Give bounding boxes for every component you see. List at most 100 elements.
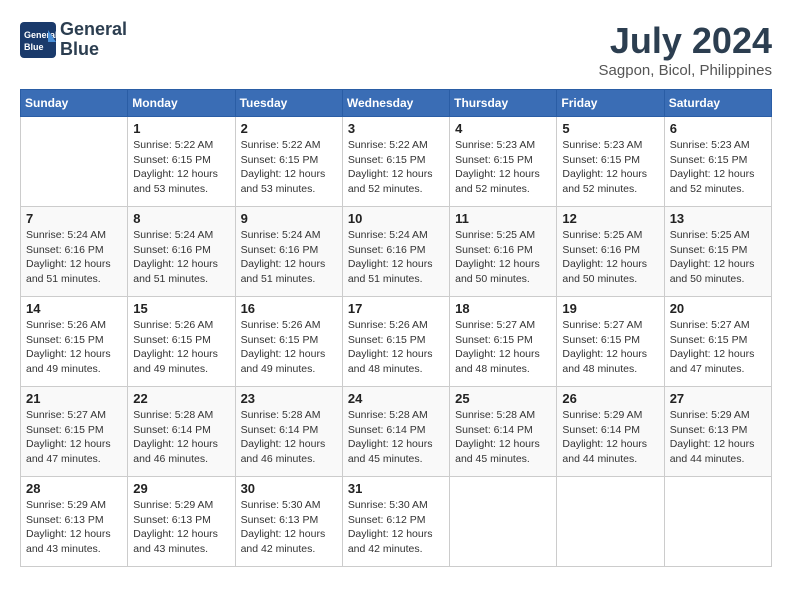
calendar-cell: 7 Sunrise: 5:24 AM Sunset: 6:16 PM Daylig…: [21, 207, 128, 297]
day-number: 20: [670, 301, 766, 316]
day-info: Sunrise: 5:26 AM Sunset: 6:15 PM Dayligh…: [26, 318, 122, 377]
day-info: Sunrise: 5:23 AM Sunset: 6:15 PM Dayligh…: [562, 138, 658, 197]
calendar-cell: 31 Sunrise: 5:30 AM Sunset: 6:12 PM Dayli…: [342, 477, 449, 567]
day-number: 13: [670, 211, 766, 226]
day-number: 15: [133, 301, 229, 316]
calendar-cell: 23 Sunrise: 5:28 AM Sunset: 6:14 PM Dayli…: [235, 387, 342, 477]
calendar-cell: 4 Sunrise: 5:23 AM Sunset: 6:15 PM Daylig…: [450, 117, 557, 207]
day-number: 2: [241, 121, 337, 136]
day-info: Sunrise: 5:24 AM Sunset: 6:16 PM Dayligh…: [241, 228, 337, 287]
day-number: 21: [26, 391, 122, 406]
header-day-saturday: Saturday: [664, 90, 771, 117]
calendar-cell: 17 Sunrise: 5:26 AM Sunset: 6:15 PM Dayli…: [342, 297, 449, 387]
day-info: Sunrise: 5:27 AM Sunset: 6:15 PM Dayligh…: [562, 318, 658, 377]
day-number: 26: [562, 391, 658, 406]
calendar-cell: 12Sunrise: 5:25 AM Sunset: 6:16 PM Dayli…: [557, 207, 664, 297]
day-number: 1: [133, 121, 229, 136]
month-year: July 2024: [599, 20, 772, 62]
logo-line2: Blue: [60, 40, 127, 60]
day-number: 16: [241, 301, 337, 316]
calendar-cell: 1 Sunrise: 5:22 AM Sunset: 6:15 PM Daylig…: [128, 117, 235, 207]
day-info: Sunrise: 5:26 AM Sunset: 6:15 PM Dayligh…: [348, 318, 444, 377]
calendar-cell: 10 Sunrise: 5:24 AM Sunset: 6:16 PM Dayli…: [342, 207, 449, 297]
day-number: 14: [26, 301, 122, 316]
calendar-header-row: SundayMondayTuesdayWednesdayThursdayFrid…: [21, 90, 772, 117]
calendar-cell: 14 Sunrise: 5:26 AM Sunset: 6:15 PM Dayli…: [21, 297, 128, 387]
day-number: 3: [348, 121, 444, 136]
day-info: Sunrise: 5:22 AM Sunset: 6:15 PM Dayligh…: [348, 138, 444, 197]
logo-icon: General Blue: [20, 22, 56, 58]
week-row-4: 28Sunrise: 5:29 AM Sunset: 6:13 PM Dayli…: [21, 477, 772, 567]
day-number: 23: [241, 391, 337, 406]
day-info: Sunrise: 5:30 AM Sunset: 6:13 PM Dayligh…: [241, 498, 337, 557]
logo-line1: General: [60, 20, 127, 40]
day-info: Sunrise: 5:27 AM Sunset: 6:15 PM Dayligh…: [455, 318, 551, 377]
day-info: Sunrise: 5:22 AM Sunset: 6:15 PM Dayligh…: [133, 138, 229, 197]
week-row-3: 21 Sunrise: 5:27 AM Sunset: 6:15 PM Dayli…: [21, 387, 772, 477]
calendar-cell: 28Sunrise: 5:29 AM Sunset: 6:13 PM Dayli…: [21, 477, 128, 567]
day-info: Sunrise: 5:24 AM Sunset: 6:16 PM Dayligh…: [26, 228, 122, 287]
logo: General Blue General Blue: [20, 20, 127, 60]
calendar-cell: 27 Sunrise: 5:29 AM Sunset: 6:13 PM Dayli…: [664, 387, 771, 477]
day-number: 8: [133, 211, 229, 226]
calendar-cell: 9 Sunrise: 5:24 AM Sunset: 6:16 PM Daylig…: [235, 207, 342, 297]
calendar-cell: 13Sunrise: 5:25 AM Sunset: 6:15 PM Dayli…: [664, 207, 771, 297]
day-info: Sunrise: 5:22 AM Sunset: 6:15 PM Dayligh…: [241, 138, 337, 197]
day-number: 9: [241, 211, 337, 226]
calendar-cell: [557, 477, 664, 567]
header-day-wednesday: Wednesday: [342, 90, 449, 117]
day-number: 25: [455, 391, 551, 406]
calendar-cell: 21 Sunrise: 5:27 AM Sunset: 6:15 PM Dayli…: [21, 387, 128, 477]
day-info: Sunrise: 5:28 AM Sunset: 6:14 PM Dayligh…: [348, 408, 444, 467]
calendar-cell: 5Sunrise: 5:23 AM Sunset: 6:15 PM Daylig…: [557, 117, 664, 207]
day-info: Sunrise: 5:25 AM Sunset: 6:16 PM Dayligh…: [455, 228, 551, 287]
calendar-cell: 26Sunrise: 5:29 AM Sunset: 6:14 PM Dayli…: [557, 387, 664, 477]
day-info: Sunrise: 5:27 AM Sunset: 6:15 PM Dayligh…: [670, 318, 766, 377]
day-info: Sunrise: 5:28 AM Sunset: 6:14 PM Dayligh…: [133, 408, 229, 467]
day-number: 12: [562, 211, 658, 226]
location: Sagpon, Bicol, Philippines: [599, 62, 772, 79]
day-number: 6: [670, 121, 766, 136]
header-day-tuesday: Tuesday: [235, 90, 342, 117]
calendar-cell: 2 Sunrise: 5:22 AM Sunset: 6:15 PM Daylig…: [235, 117, 342, 207]
day-info: Sunrise: 5:28 AM Sunset: 6:14 PM Dayligh…: [455, 408, 551, 467]
calendar-cell: [450, 477, 557, 567]
day-number: 7: [26, 211, 122, 226]
day-info: Sunrise: 5:24 AM Sunset: 6:16 PM Dayligh…: [348, 228, 444, 287]
title-area: July 2024 Sagpon, Bicol, Philippines: [599, 20, 772, 79]
calendar-cell: [664, 477, 771, 567]
calendar-cell: 20 Sunrise: 5:27 AM Sunset: 6:15 PM Dayli…: [664, 297, 771, 387]
day-info: Sunrise: 5:23 AM Sunset: 6:15 PM Dayligh…: [455, 138, 551, 197]
day-number: 18: [455, 301, 551, 316]
logo-text: General Blue: [60, 20, 127, 60]
day-info: Sunrise: 5:27 AM Sunset: 6:15 PM Dayligh…: [26, 408, 122, 467]
header-day-sunday: Sunday: [21, 90, 128, 117]
header: General Blue General Blue July 2024 Sagp…: [20, 20, 772, 79]
day-number: 11: [455, 211, 551, 226]
calendar-cell: 16Sunrise: 5:26 AM Sunset: 6:15 PM Dayli…: [235, 297, 342, 387]
day-number: 10: [348, 211, 444, 226]
calendar-cell: 3 Sunrise: 5:22 AM Sunset: 6:15 PM Daylig…: [342, 117, 449, 207]
day-info: Sunrise: 5:23 AM Sunset: 6:15 PM Dayligh…: [670, 138, 766, 197]
week-row-2: 14 Sunrise: 5:26 AM Sunset: 6:15 PM Dayli…: [21, 297, 772, 387]
day-info: Sunrise: 5:29 AM Sunset: 6:13 PM Dayligh…: [26, 498, 122, 557]
calendar-cell: 24Sunrise: 5:28 AM Sunset: 6:14 PM Dayli…: [342, 387, 449, 477]
header-day-monday: Monday: [128, 90, 235, 117]
calendar-cell: 19Sunrise: 5:27 AM Sunset: 6:15 PM Dayli…: [557, 297, 664, 387]
calendar-cell: 11 Sunrise: 5:25 AM Sunset: 6:16 PM Dayli…: [450, 207, 557, 297]
calendar-cell: [21, 117, 128, 207]
day-number: 29: [133, 481, 229, 496]
day-number: 17: [348, 301, 444, 316]
day-number: 27: [670, 391, 766, 406]
week-row-1: 7 Sunrise: 5:24 AM Sunset: 6:16 PM Daylig…: [21, 207, 772, 297]
day-number: 4: [455, 121, 551, 136]
day-info: Sunrise: 5:28 AM Sunset: 6:14 PM Dayligh…: [241, 408, 337, 467]
day-number: 31: [348, 481, 444, 496]
week-row-0: 1 Sunrise: 5:22 AM Sunset: 6:15 PM Daylig…: [21, 117, 772, 207]
day-info: Sunrise: 5:29 AM Sunset: 6:13 PM Dayligh…: [670, 408, 766, 467]
calendar-cell: 18 Sunrise: 5:27 AM Sunset: 6:15 PM Dayli…: [450, 297, 557, 387]
calendar-cell: 29 Sunrise: 5:29 AM Sunset: 6:13 PM Dayli…: [128, 477, 235, 567]
calendar-table: SundayMondayTuesdayWednesdayThursdayFrid…: [20, 89, 772, 567]
day-info: Sunrise: 5:30 AM Sunset: 6:12 PM Dayligh…: [348, 498, 444, 557]
day-info: Sunrise: 5:29 AM Sunset: 6:13 PM Dayligh…: [133, 498, 229, 557]
